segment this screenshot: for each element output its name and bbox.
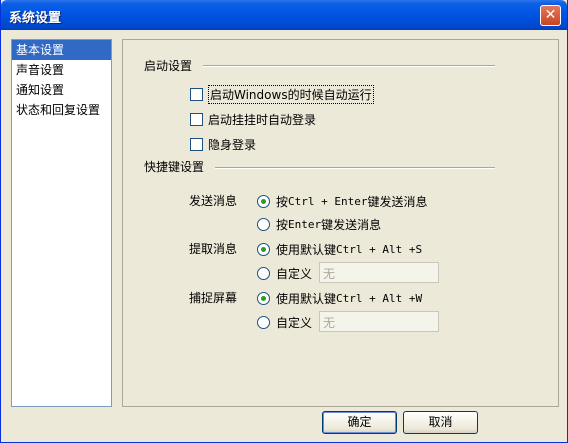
capture-custom-label: 自定义 bbox=[276, 316, 313, 330]
capture-custom-radio[interactable] bbox=[257, 316, 270, 329]
capture-custom-option[interactable]: 自定义 bbox=[257, 314, 312, 331]
send-ctrl-enter-radio[interactable] bbox=[257, 195, 270, 208]
window-title: 系统设置 bbox=[9, 11, 62, 26]
send-ctrl-enter-suffix: 键发送消息 bbox=[367, 195, 428, 209]
send-ctrl-enter-prefix: 按 bbox=[276, 195, 289, 209]
capture-custom-input[interactable]: 无 bbox=[319, 311, 439, 332]
nav-item-status-reply[interactable]: 状态和回复设置 bbox=[12, 100, 111, 120]
send-ctrl-enter-option[interactable]: 按 Ctrl + Enter 键发送消息 bbox=[257, 193, 428, 210]
cancel-button[interactable]: 取消 bbox=[403, 411, 478, 434]
startup-divider bbox=[203, 65, 495, 67]
send-enter-key: Enter bbox=[288, 218, 322, 231]
close-icon: ✕ bbox=[544, 7, 557, 23]
send-label: 发送消息 bbox=[189, 194, 238, 208]
extract-label: 提取消息 bbox=[189, 242, 238, 256]
nav-item-sound[interactable]: 声音设置 bbox=[12, 60, 111, 80]
autologin-option[interactable]: 启动挂挂时自动登录 bbox=[190, 111, 316, 128]
send-enter-prefix: 按 bbox=[276, 218, 289, 232]
send-enter-radio[interactable] bbox=[257, 218, 270, 231]
settings-window: 系统设置 ✕ 基本设置 声音设置 通知设置 状态和回复设置 启动设置 启动Win… bbox=[0, 0, 568, 443]
nav-item-basic[interactable]: 基本设置 bbox=[12, 40, 111, 60]
autorun-option[interactable]: 启动Windows的时候自动运行 bbox=[190, 85, 374, 104]
invisible-login-label: 隐身登录 bbox=[208, 138, 257, 152]
autorun-checkbox[interactable] bbox=[190, 88, 203, 101]
capture-default-key: Ctrl + Alt +W bbox=[336, 292, 423, 305]
invisible-login-checkbox[interactable] bbox=[190, 138, 203, 151]
extract-default-key: Ctrl + Alt +S bbox=[336, 243, 423, 256]
extract-custom-option[interactable]: 自定义 bbox=[257, 265, 312, 282]
extract-default-radio[interactable] bbox=[257, 243, 270, 256]
send-enter-option[interactable]: 按 Enter 键发送消息 bbox=[257, 216, 381, 233]
send-ctrl-enter-key: Ctrl + Enter bbox=[288, 195, 368, 208]
capture-default-prefix: 使用默认键 bbox=[276, 292, 337, 306]
ok-button[interactable]: 确定 bbox=[322, 411, 397, 434]
send-enter-suffix: 键发送消息 bbox=[321, 218, 382, 232]
extract-default-option[interactable]: 使用默认键 Ctrl + Alt +S bbox=[257, 241, 422, 258]
settings-panel: 启动设置 启动Windows的时候自动运行 启动挂挂时自动登录 隐身登录 快捷键… bbox=[122, 39, 559, 407]
title-bar[interactable]: 系统设置 ✕ bbox=[1, 0, 567, 30]
hotkey-divider bbox=[215, 167, 495, 169]
capture-label: 捕捉屏幕 bbox=[189, 291, 238, 305]
capture-default-radio[interactable] bbox=[257, 292, 270, 305]
settings-nav: 基本设置 声音设置 通知设置 状态和回复设置 bbox=[11, 39, 112, 407]
autorun-label: 启动Windows的时候自动运行 bbox=[208, 85, 374, 104]
autologin-label: 启动挂挂时自动登录 bbox=[208, 113, 317, 127]
hotkey-section-title: 快捷键设置 bbox=[144, 160, 205, 174]
extract-default-prefix: 使用默认键 bbox=[276, 243, 337, 257]
autologin-checkbox[interactable] bbox=[190, 113, 203, 126]
extract-custom-radio[interactable] bbox=[257, 267, 270, 280]
invisible-login-option[interactable]: 隐身登录 bbox=[190, 136, 256, 153]
capture-default-option[interactable]: 使用默认键 Ctrl + Alt +W bbox=[257, 290, 422, 307]
startup-section-title: 启动设置 bbox=[144, 59, 193, 73]
extract-custom-input[interactable]: 无 bbox=[319, 262, 439, 283]
close-button[interactable]: ✕ bbox=[540, 5, 561, 26]
nav-item-notify[interactable]: 通知设置 bbox=[12, 80, 111, 100]
extract-custom-label: 自定义 bbox=[276, 267, 313, 281]
